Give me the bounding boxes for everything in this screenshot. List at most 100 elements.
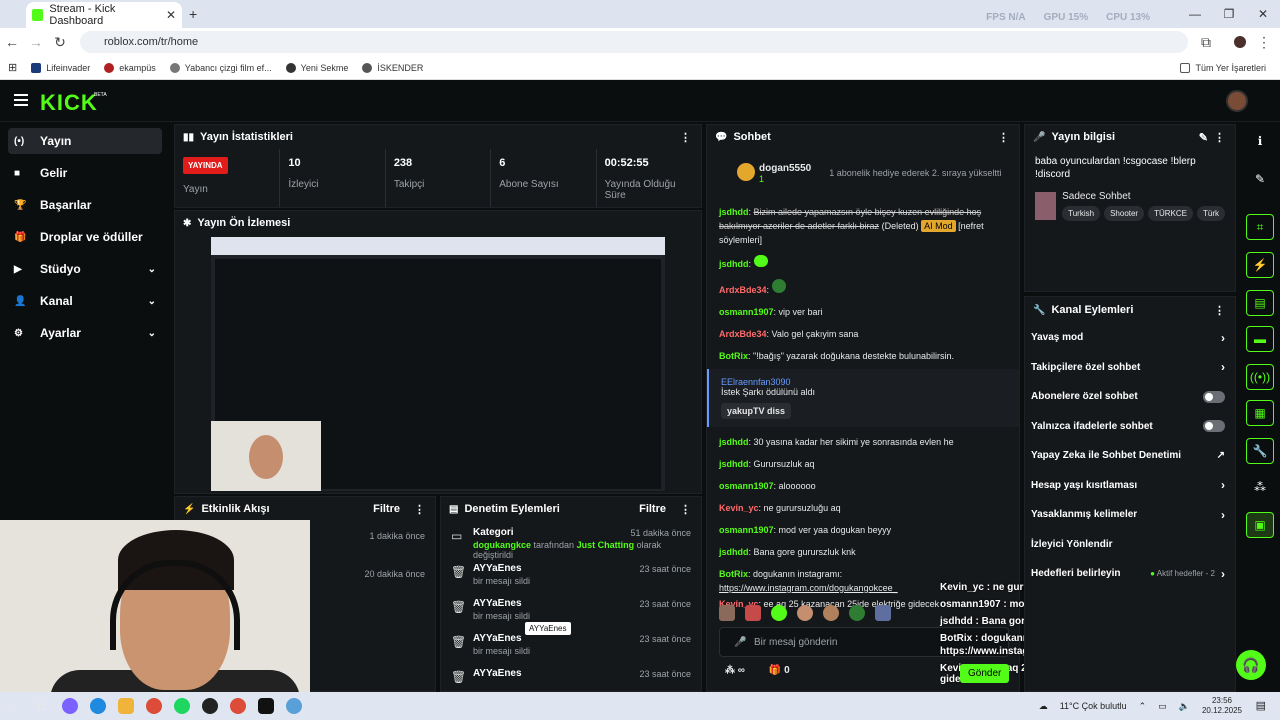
minimize-icon[interactable]: — [1178,0,1212,28]
extensions-icon[interactable]: ⧉ [1194,34,1218,51]
all-bookmarks[interactable]: Tüm Yer İşaretleri [1180,62,1266,73]
chat-username[interactable]: jsdhdd [719,207,749,217]
new-tab-icon[interactable]: + [189,6,197,22]
bookmark-cartoon[interactable]: Yabancı çizgi film ef... [169,62,272,73]
goals-row[interactable]: Hedefleri belirleyin ● Aktif hedefler - 2… [1025,559,1235,589]
menu-icon[interactable]: ⋮ [1252,34,1276,51]
hamburger-menu-icon[interactable] [14,94,28,106]
bookmark-new-tab[interactable]: Yeni Sekme [285,62,348,73]
files-icon[interactable] [112,692,140,720]
chat-username[interactable]: ArdxBde34 [719,329,767,339]
raid-row[interactable]: İzleyici Yönlendir [1025,530,1235,560]
chat-username[interactable]: ArdxBde34 [719,285,767,295]
close-window-icon[interactable]: ✕ [1246,0,1280,28]
tag[interactable]: TÜRKCE [1148,206,1193,221]
more-icon[interactable]: ⋮ [680,131,691,144]
account-age-row[interactable]: Hesap yaşı kısıtlaması › [1025,471,1235,501]
emote-icon[interactable] [797,605,813,621]
bookmark-lifeinvader[interactable]: Lifeinvader [31,62,90,73]
broadcast-icon[interactable]: ((•)) [1246,364,1274,390]
apps-icon[interactable]: ⊞ [8,61,17,74]
emotes-only-toggle[interactable] [1203,420,1225,433]
mic-icon[interactable]: 🎤 [734,637,746,648]
chat-username[interactable]: osmann1907 [719,525,774,535]
notification-icon[interactable]: ▤ [1256,699,1266,712]
emote-icon[interactable] [771,605,787,621]
gift-icon[interactable]: 🎁 0 [769,665,790,676]
send-button[interactable]: Gönder [960,664,1010,683]
points-icon[interactable]: ⁂ ∞ [725,665,745,676]
bookmark-ekampus[interactable]: ekampüs [104,62,156,73]
epic-games-icon[interactable] [252,692,280,720]
category-name[interactable]: Sadece Sohbet [1062,191,1225,202]
avatar[interactable] [1226,90,1248,112]
chat-username[interactable]: osmann1907 [719,481,774,491]
sidebar-item-gelir[interactable]: ■ Gelir [8,160,162,186]
document-icon[interactable]: ▤ [1246,290,1274,316]
mod-category[interactable]: Just Chatting [577,540,635,550]
emote-icon[interactable] [875,605,891,621]
tag[interactable]: Turkish [1062,206,1101,221]
wrench-icon[interactable]: 🔧 [1246,438,1274,464]
url-bar[interactable]: roblox.com/tr/home [80,31,1188,53]
back-icon[interactable]: ← [0,34,24,50]
reload-icon[interactable]: ↻ [48,34,72,51]
ai-moderation-row[interactable]: Yapay Zeka ile Sohbet Denetimi ↗ [1025,441,1235,471]
stream-preview-video[interactable] [211,237,665,491]
layout-icon[interactable]: ▦ [1246,400,1274,426]
filter-button[interactable]: Filtre [639,503,666,515]
emote-icon[interactable] [745,605,761,621]
emote-icon[interactable] [823,605,839,621]
pencil-icon[interactable]: ✎ [1246,166,1274,192]
chat-username[interactable]: jsdhdd [719,459,749,469]
chat-bubble-icon[interactable]: ▬ [1246,326,1274,352]
info-icon[interactable]: ℹ [1246,128,1274,154]
clapper-icon[interactable]: ▣ [1246,512,1274,538]
subs-only-toggle[interactable] [1203,390,1225,403]
chat-username[interactable]: BotRix [719,569,748,579]
redeem-user[interactable]: EElraennfan3090 [721,377,1019,387]
spotify-icon[interactable] [168,692,196,720]
chat-username[interactable]: jsdhdd [719,437,749,447]
emote-icon[interactable] [719,605,735,621]
tag[interactable]: Türk [1197,206,1225,221]
chat-username[interactable]: jsdhdd [719,547,749,557]
more-icon[interactable]: ⋮ [998,131,1009,144]
bookmark-iskender[interactable]: İSKENDER [362,62,423,73]
mod-user[interactable]: dogukangkce [473,540,531,550]
headset-support-icon[interactable]: 🎧 [1236,650,1266,680]
more-icon[interactable]: ⋮ [1214,304,1225,317]
chat-username[interactable]: BotRix [719,351,748,361]
more-icon[interactable]: ⋮ [414,503,425,516]
more-icon[interactable]: ⋮ [1214,131,1225,144]
sidebar-item-yayin[interactable]: (•) Yayın [8,128,162,154]
network-icon[interactable]: ▭ [1158,701,1167,712]
profile-icon[interactable] [1234,36,1246,48]
emote-icon[interactable] [849,605,865,621]
copilot-icon[interactable] [56,692,84,720]
chevron-up-icon[interactable]: ⌃ [1139,701,1147,712]
chrome-icon[interactable] [224,692,252,720]
obs-icon[interactable] [196,692,224,720]
sidebar-item-studyo[interactable]: ▶ Stüdyo ⌄ [8,256,162,282]
community-icon[interactable]: ⁂ [1246,474,1274,500]
filter-button[interactable]: Filtre [373,503,400,515]
settings-icon[interactable] [280,692,308,720]
browser-tab[interactable]: Stream - Kick Dashboard ✕ [26,2,182,28]
chat-username[interactable]: osmann1907 [719,307,774,317]
edge-icon[interactable] [84,692,112,720]
weather-text[interactable]: 11°C Çok bulutlu [1060,701,1127,711]
task-view-icon[interactable]: ⧉ [28,692,56,720]
pinned-user[interactable]: dogan5550 [759,163,811,174]
chat-username[interactable]: Kevin_yc [719,503,759,513]
crop-icon[interactable]: ⌗ [1246,214,1274,240]
sidebar-item-kanal[interactable]: 👤 Kanal ⌄ [8,288,162,314]
volume-icon[interactable]: 🔈 [1179,701,1190,712]
close-tab-icon[interactable]: ✕ [166,8,176,22]
kick-logo[interactable]: KICK [40,90,98,116]
edit-icon[interactable]: ✎ [1199,131,1208,144]
more-icon[interactable]: ⋮ [680,503,691,516]
sidebar-item-ayarlar[interactable]: ⚙ Ayarlar ⌄ [8,320,162,346]
chevron-up-icon[interactable]: ⌄ [0,692,28,720]
sidebar-item-droplar[interactable]: 🎁 Droplar ve ödüller [8,224,162,250]
